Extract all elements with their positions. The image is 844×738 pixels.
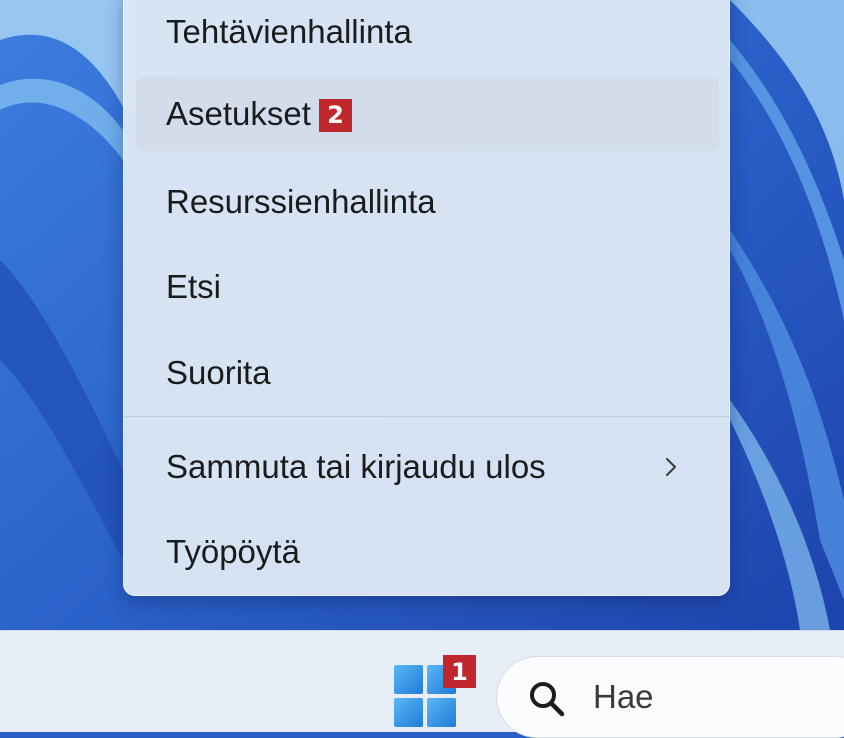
menu-item-label: Asetukset xyxy=(166,95,311,132)
menu-item-shutdown-signout[interactable]: Sammuta tai kirjaudu ulos xyxy=(136,430,719,504)
menu-item-label: Etsi xyxy=(166,268,222,305)
menu-item-search[interactable]: Etsi xyxy=(136,250,719,324)
menu-item-label: Sammuta tai kirjaudu ulos xyxy=(166,448,546,485)
menu-item-desktop[interactable]: Työpöytä xyxy=(136,515,719,589)
taskbar: 1 Hae xyxy=(0,630,844,738)
menu-divider xyxy=(124,416,729,417)
menu-item-label: Resurssienhallinta xyxy=(166,183,436,220)
taskbar-search-box[interactable]: Hae xyxy=(496,656,844,738)
menu-item-settings[interactable]: Asetukset 2 xyxy=(136,77,719,151)
step-badge: 1 xyxy=(443,655,476,688)
menu-item-file-explorer[interactable]: Resurssienhallinta xyxy=(136,165,719,239)
menu-item-run[interactable]: Suorita xyxy=(136,336,719,410)
chevron-right-icon xyxy=(666,458,676,476)
menu-item-task-manager[interactable]: Tehtävienhallinta xyxy=(136,0,719,69)
search-placeholder: Hae xyxy=(593,678,654,715)
start-context-menu: Tehtävienhallinta Asetukset 2 Resurssien… xyxy=(123,0,730,596)
step-badge: 2 xyxy=(318,98,352,132)
search-icon xyxy=(530,682,565,717)
menu-item-label: Tehtävienhallinta xyxy=(166,13,412,50)
menu-item-label: Työpöytä xyxy=(166,533,300,570)
menu-item-label: Suorita xyxy=(166,354,271,391)
